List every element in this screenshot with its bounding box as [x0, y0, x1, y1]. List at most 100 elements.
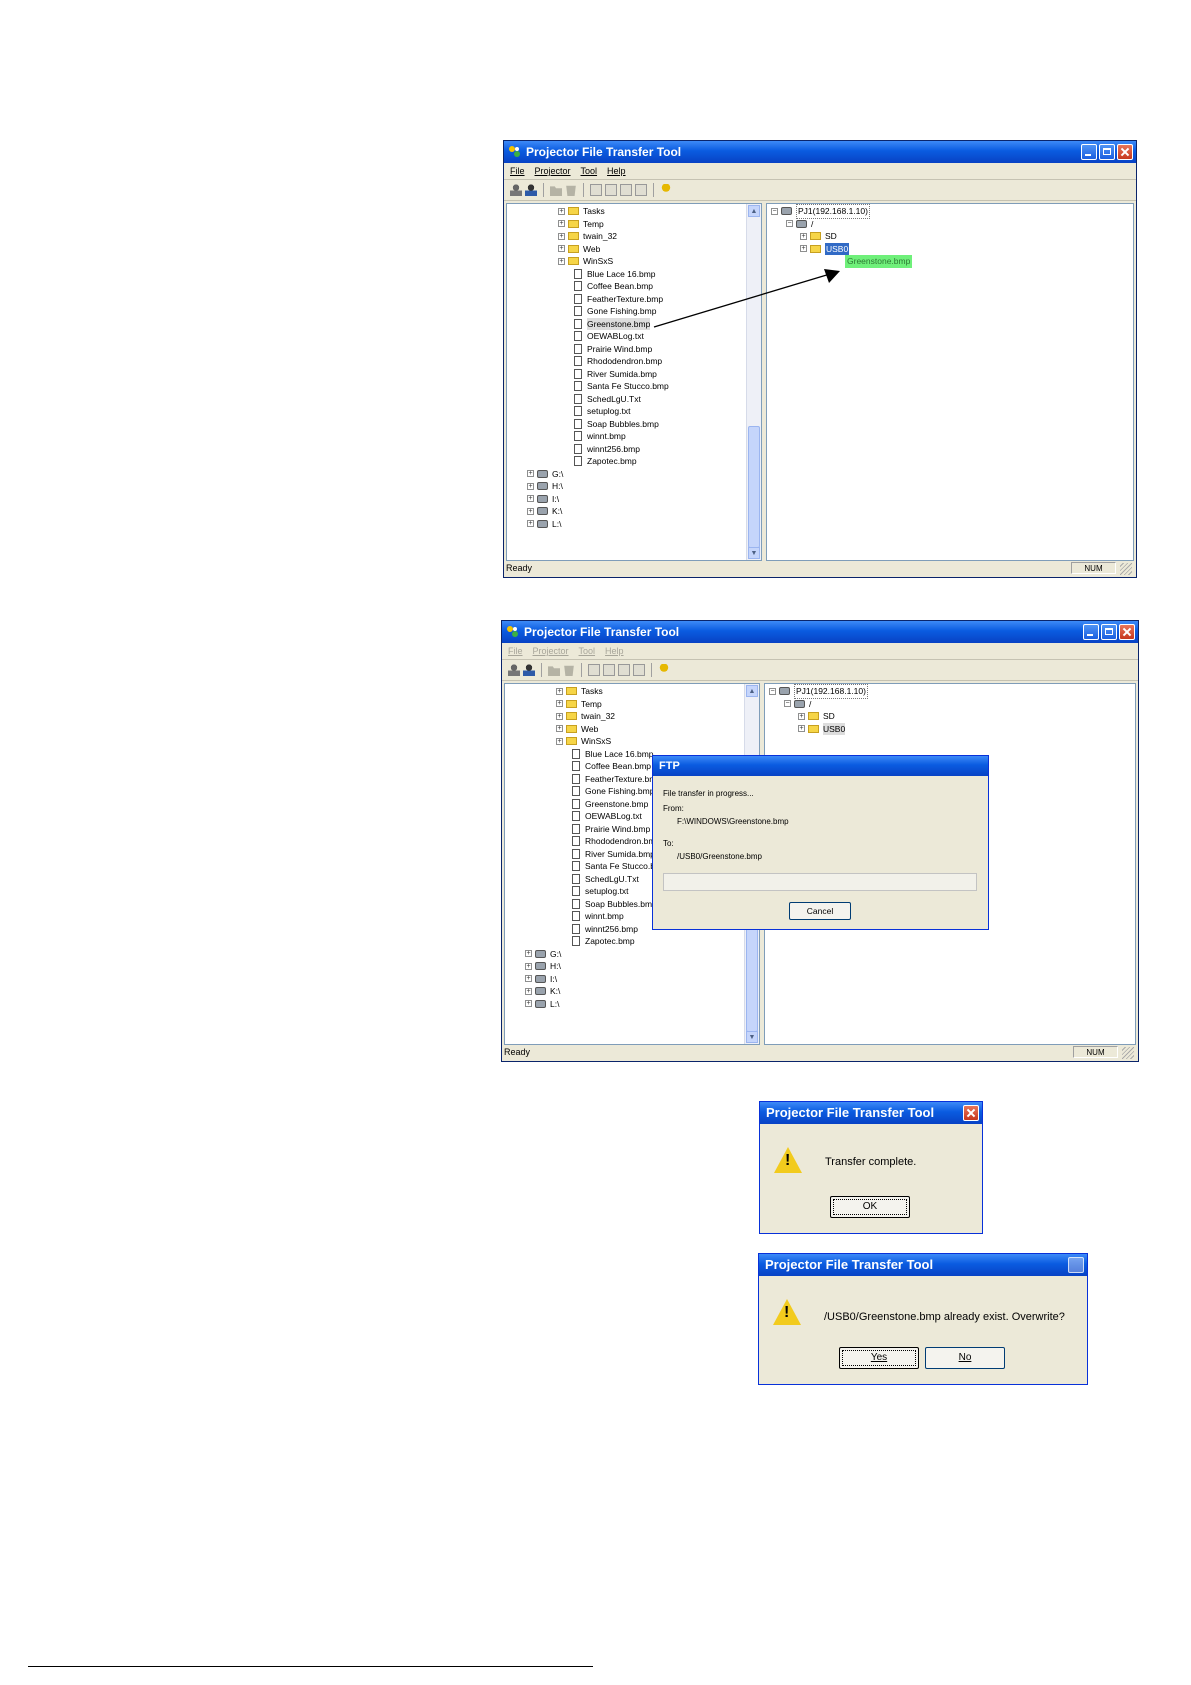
tree-item[interactable]: I:\	[550, 973, 557, 986]
expand-icon[interactable]: +	[525, 962, 532, 970]
resize-grip[interactable]	[1122, 1047, 1134, 1059]
file-action-icon-2[interactable]	[605, 184, 617, 196]
ok-button[interactable]: OK	[830, 1196, 910, 1218]
tree-item[interactable]: setuplog.txt	[585, 885, 628, 898]
file-action-icon-3[interactable]	[618, 664, 630, 676]
tree-item-projector[interactable]: PJ1(192.168.1.10)	[796, 204, 870, 219]
tree-item[interactable]: SD	[825, 230, 837, 243]
local-tree-pane[interactable]: + Tasks + Temp + twain_32 + Web + WinSxS Blue…	[506, 203, 762, 561]
collapse-icon[interactable]: −	[771, 207, 778, 215]
projector-tree-pane[interactable]: − PJ1(192.168.1.10) − / + SD + USB0 Greensto…	[766, 203, 1134, 561]
tree-item[interactable]: L:\	[550, 998, 559, 1011]
tree-item[interactable]: OEWABLog.txt	[585, 810, 642, 823]
scroll-down-arrow[interactable]: ▼	[746, 1031, 758, 1043]
expand-icon[interactable]: +	[800, 232, 807, 240]
tree-item[interactable]: winnt.bmp	[585, 910, 624, 923]
file-action-icon-1[interactable]	[588, 664, 600, 676]
maximize-button[interactable]	[1099, 144, 1115, 160]
expand-icon[interactable]: +	[798, 725, 805, 733]
tree-item[interactable]: twain_32	[583, 230, 617, 243]
file-action-icon-4[interactable]	[633, 664, 645, 676]
expand-icon[interactable]: +	[556, 737, 563, 745]
expand-icon[interactable]: +	[527, 520, 534, 528]
delete-icon[interactable]	[566, 185, 576, 196]
disconnect-icon[interactable]	[510, 184, 522, 196]
new-folder-icon[interactable]	[550, 186, 562, 196]
new-folder-icon[interactable]	[548, 666, 560, 676]
no-button[interactable]: No	[925, 1347, 1005, 1369]
dialog-title-bar[interactable]: Projector File Transfer Tool	[759, 1254, 1087, 1276]
collapse-icon[interactable]: −	[786, 220, 793, 228]
expand-icon[interactable]: +	[798, 712, 805, 720]
resize-grip[interactable]	[1120, 563, 1132, 575]
menu-projector[interactable]: Projector	[533, 643, 569, 659]
expand-icon[interactable]: +	[558, 207, 565, 215]
close-button[interactable]	[963, 1105, 979, 1121]
title-bar[interactable]: Projector File Transfer Tool	[504, 141, 1136, 163]
tree-item[interactable]: Tasks	[583, 205, 605, 218]
tree-item[interactable]: SD	[823, 710, 835, 723]
tree-item[interactable]: Gone Fishing.bmp	[587, 305, 656, 318]
yes-button[interactable]: Yes	[839, 1347, 919, 1369]
tree-item[interactable]: winnt.bmp	[587, 430, 626, 443]
dialog-title-bar[interactable]: FTP	[653, 756, 988, 776]
tree-item[interactable]: Zapotec.bmp	[585, 935, 635, 948]
expand-icon[interactable]: +	[527, 507, 534, 515]
tree-item[interactable]: L:\	[552, 518, 561, 531]
tree-item[interactable]: Soap Bubbles.bmp	[585, 898, 657, 911]
tree-item[interactable]: Web	[583, 243, 600, 256]
expand-icon[interactable]: +	[556, 725, 563, 733]
tree-item[interactable]: Prairie Wind.bmp	[587, 343, 652, 356]
tree-item[interactable]: K:\	[550, 985, 560, 998]
file-action-icon-4[interactable]	[635, 184, 647, 196]
expand-icon[interactable]: +	[525, 987, 532, 995]
scroll-down-arrow[interactable]: ▼	[748, 547, 760, 559]
tree-item[interactable]: River Sumida.bmp	[585, 848, 655, 861]
menu-help[interactable]: Help	[605, 643, 624, 659]
tree-item[interactable]: Prairie Wind.bmp	[585, 823, 650, 836]
tree-item[interactable]: Tasks	[581, 685, 603, 698]
tree-item[interactable]: SchedLgU.Txt	[587, 393, 641, 406]
file-action-icon-3[interactable]	[620, 184, 632, 196]
tree-item[interactable]: Blue Lace 16.bmp	[587, 268, 656, 281]
tree-item[interactable]: FeatherTexture.bmp	[585, 773, 661, 786]
tree-item[interactable]: WinSxS	[583, 255, 613, 268]
menu-tool[interactable]: Tool	[581, 163, 598, 179]
file-action-icon-2[interactable]	[603, 664, 615, 676]
expand-icon[interactable]: +	[527, 470, 534, 478]
expand-icon[interactable]: +	[527, 495, 534, 503]
tree-item[interactable]: Soap Bubbles.bmp	[587, 418, 659, 431]
expand-icon[interactable]: +	[556, 712, 563, 720]
tree-item[interactable]: WinSxS	[581, 735, 611, 748]
tree-item[interactable]: Gone Fishing.bmp	[585, 785, 654, 798]
tree-item[interactable]: Greenstone.bmp	[585, 798, 648, 811]
tree-item[interactable]: winnt256.bmp	[587, 443, 640, 456]
scroll-up-arrow[interactable]: ▲	[746, 685, 758, 697]
tree-item[interactable]: Coffee Bean.bmp	[587, 280, 653, 293]
tree-item[interactable]: FeatherTexture.bmp	[587, 293, 663, 306]
scroll-up-arrow[interactable]: ▲	[748, 205, 760, 217]
expand-icon[interactable]: +	[558, 220, 565, 228]
tree-item[interactable]: Coffee Bean.bmp	[585, 760, 651, 773]
disconnect-icon[interactable]	[508, 664, 520, 676]
tree-item[interactable]: SchedLgU.Txt	[585, 873, 639, 886]
menu-file[interactable]: File	[508, 643, 523, 659]
expand-icon[interactable]: +	[525, 1000, 532, 1008]
tree-item[interactable]: winnt256.bmp	[585, 923, 638, 936]
expand-icon[interactable]: +	[558, 257, 565, 265]
close-button[interactable]	[1119, 624, 1135, 640]
tree-item[interactable]: H:\	[552, 480, 563, 493]
menu-projector[interactable]: Projector	[535, 163, 571, 179]
collapse-icon[interactable]: −	[784, 700, 791, 708]
tree-item[interactable]: OEWABLog.txt	[587, 330, 644, 343]
title-bar[interactable]: Projector File Transfer Tool	[502, 621, 1138, 643]
tree-item[interactable]: /	[811, 218, 813, 231]
tree-item[interactable]: Temp	[581, 698, 602, 711]
tree-item[interactable]: G:\	[552, 468, 563, 481]
help-icon[interactable]	[661, 184, 671, 192]
tree-item[interactable]: Web	[581, 723, 598, 736]
maximize-button[interactable]	[1101, 624, 1117, 640]
tree-item[interactable]: River Sumida.bmp	[587, 368, 657, 381]
tree-item[interactable]: Rhododendron.bmp	[587, 355, 662, 368]
minimize-button[interactable]	[1081, 144, 1097, 160]
